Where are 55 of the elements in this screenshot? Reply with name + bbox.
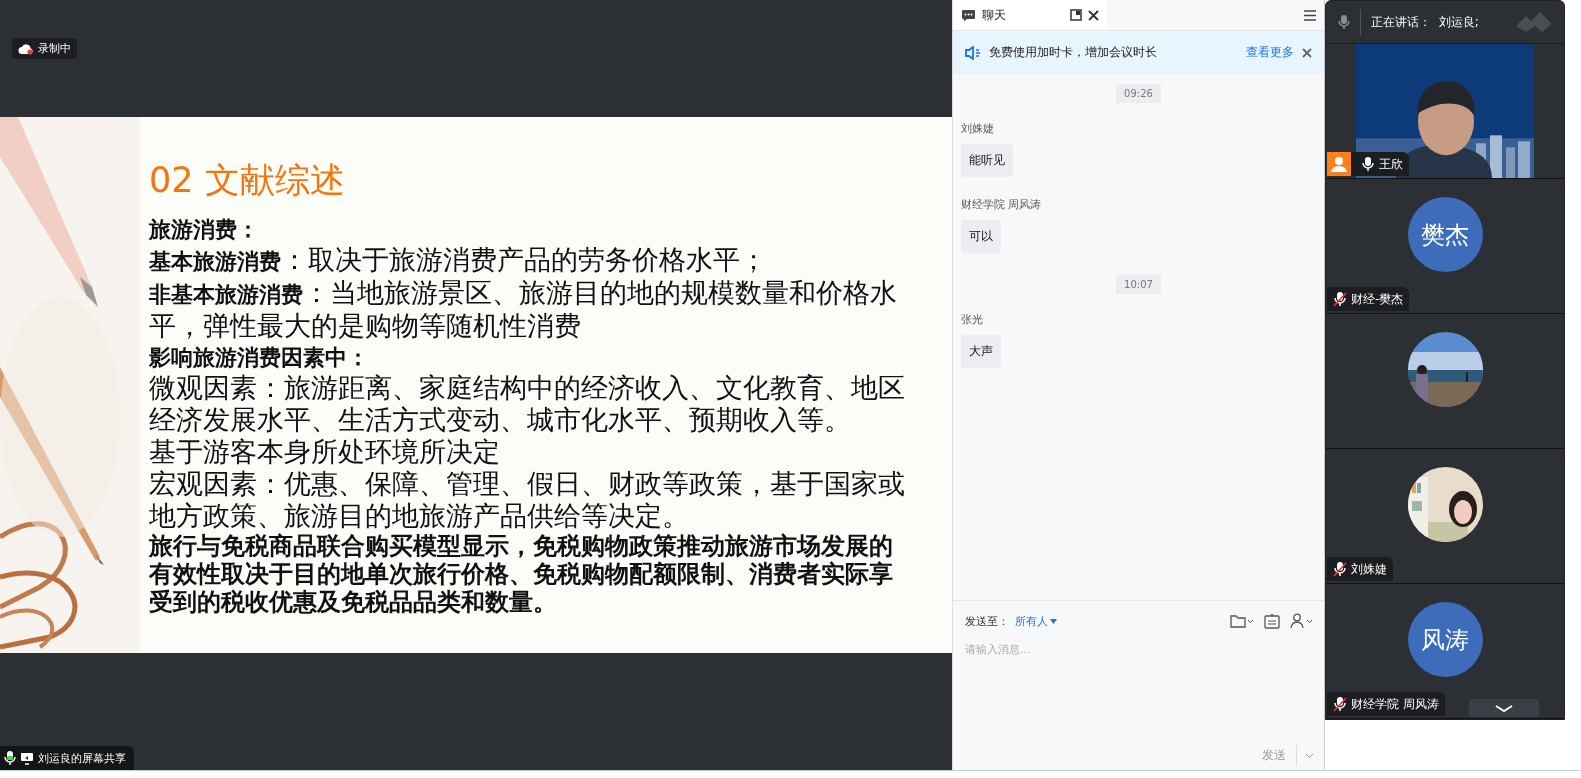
- caret-icon: [1050, 618, 1057, 624]
- person-icon[interactable]: [1290, 613, 1314, 629]
- participant-name: 财经学院 周风涛: [1351, 695, 1439, 713]
- chat-tab-label: 聊天: [982, 6, 1007, 24]
- speaking-indicator: 正在讲话： 刘运良;: [1371, 13, 1479, 31]
- see-more-link[interactable]: 查看更多: [1246, 44, 1294, 61]
- participant-name: 王欣: [1379, 155, 1403, 173]
- menu-icon[interactable]: [1304, 9, 1316, 21]
- chevron-down-icon: [1495, 704, 1513, 712]
- logo-icon: [1516, 12, 1552, 32]
- muted-microphone-icon: [1333, 561, 1347, 577]
- screen-share-label: 刘运良的屏幕共享: [38, 750, 126, 766]
- sender-name: 张光: [961, 312, 983, 327]
- slide-paragraph: 基本旅游消费：取决于旅游消费产品的劳务价格水平；: [149, 244, 768, 277]
- slide-title: 02 文献综述: [149, 159, 345, 202]
- microphone-icon: [1361, 156, 1375, 172]
- avatar-initials: 风涛: [1407, 602, 1483, 677]
- participant-name: 财经-樊杰: [1351, 290, 1404, 308]
- notice-board-icon[interactable]: [1264, 613, 1280, 629]
- avatar-initials: 樊杰: [1407, 197, 1483, 272]
- slide-paragraph: 旅行与免税商品联合购买模型显示，免税购物政策推动旅游市场发展的有效性取决于目的地单次旅行价格、免税购物配额限制、消费者实际享受到的税收优惠及免税品品类和数量。: [149, 532, 894, 616]
- slide-heading: 旅游消费：: [149, 215, 260, 244]
- timestamp: 09:26: [1116, 84, 1161, 103]
- recording-label: 录制中: [38, 41, 71, 56]
- slide-paragraph: 宏观因素：优惠、保障、管理、假日、财政等政策，基于国家或地方政策、旅游目的地旅游产品供给等决定。: [149, 468, 906, 532]
- slide-paragraph: 基于游客本身所处环境所决定: [149, 436, 501, 468]
- sender-name: 财经学院 周风涛: [961, 197, 1042, 212]
- promo-text: 免费使用加时卡，增加会议时长: [989, 44, 1158, 61]
- muted-microphone-icon: [1333, 696, 1347, 712]
- send-to-label: 发送至：: [965, 613, 1009, 629]
- collapse-button[interactable]: [1469, 699, 1539, 717]
- message-bubble: 大声: [961, 335, 1001, 368]
- message-bubble: 能听见: [961, 144, 1013, 177]
- cloud-record-icon: [18, 42, 34, 55]
- microphone-icon[interactable]: [1338, 14, 1350, 30]
- chat-bubble-icon: [961, 8, 976, 22]
- speaker-icon: [965, 45, 981, 60]
- screen-share-icon: [20, 751, 34, 765]
- folder-icon[interactable]: [1230, 614, 1254, 628]
- muted-microphone-icon: [1333, 291, 1347, 307]
- slide-heading: 影响旅游消费因素中：: [149, 343, 370, 372]
- sender-name: 刘姝婕: [961, 121, 994, 136]
- slide-paragraph: 非基本旅游消费：当地旅游景区、旅游目的地的规模数量和价格水平，弹性最大的是购物等随机性消费: [149, 277, 898, 342]
- close-icon[interactable]: [1088, 9, 1099, 21]
- chat-tab[interactable]: 聊天: [953, 0, 1107, 30]
- timestamp: 10:07: [1116, 275, 1161, 294]
- microphone-icon: [4, 750, 16, 766]
- slide-paragraph: 微观因素：旅游距离、家庭结构中的经济收入、文化教育、地区经济发展水平、生活方式变动、城市化水平、预期收入等。: [149, 372, 906, 436]
- message-input[interactable]: 请输入消息...: [965, 643, 1165, 656]
- participant-name: 刘姝婕: [1351, 560, 1387, 578]
- chevron-down-icon[interactable]: [1305, 752, 1314, 759]
- pop-out-icon[interactable]: [1070, 9, 1082, 21]
- recipient-dropdown[interactable]: 所有人: [1015, 613, 1057, 629]
- send-button[interactable]: 发送: [1258, 745, 1297, 766]
- message-bubble: 可以: [961, 220, 1001, 253]
